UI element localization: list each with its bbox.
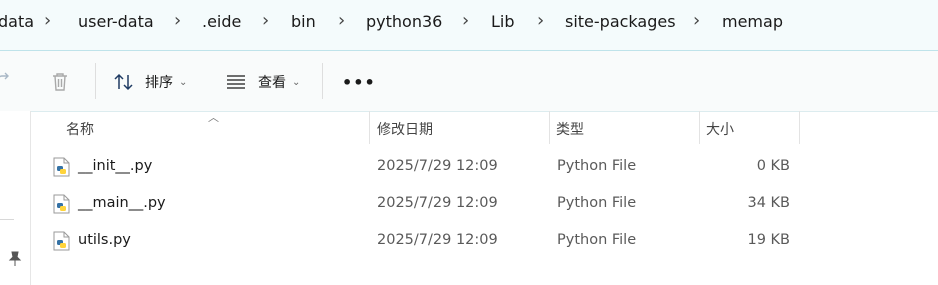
column-separator[interactable]: [799, 111, 800, 144]
file-size: 0 KB: [756, 158, 790, 174]
chevron-right-icon[interactable]: ›: [462, 10, 469, 31]
chevron-right-icon[interactable]: ›: [338, 10, 345, 31]
column-separator[interactable]: [699, 111, 700, 144]
file-date: 2025/7/29 12:09: [377, 232, 498, 248]
sort-label: 排序: [145, 75, 173, 91]
breadcrumb-item[interactable]: python36: [366, 12, 442, 31]
column-header-type[interactable]: 类型: [556, 119, 584, 139]
file-name: utils.py: [78, 232, 131, 248]
view-label: 查看: [258, 75, 286, 91]
toolbar-divider: [95, 63, 96, 99]
file-row[interactable]: __main__.py 2025/7/29 12:09 Python File …: [30, 186, 938, 223]
nav-divider: [0, 219, 14, 220]
python-file-icon: [52, 194, 72, 218]
breadcrumb-current[interactable]: memap: [722, 12, 783, 31]
more-options-button[interactable]: •••: [342, 69, 376, 95]
chevron-down-icon: ⌄: [292, 76, 301, 88]
file-row[interactable]: __init__.py 2025/7/29 12:09 Python File …: [30, 149, 938, 186]
column-separator[interactable]: [549, 111, 550, 144]
more-icon: •••: [342, 72, 376, 92]
python-file-icon: [52, 157, 72, 181]
sort-arrows-icon: [113, 73, 135, 91]
view-lines-icon: [226, 74, 246, 90]
file-type: Python File: [557, 232, 637, 248]
column-separator[interactable]: [369, 111, 370, 144]
column-header-name[interactable]: 名称: [66, 119, 94, 139]
breadcrumb-item[interactable]: user-data: [78, 12, 154, 31]
chevron-right-icon[interactable]: ›: [174, 10, 181, 31]
file-type: Python File: [557, 195, 637, 211]
file-row[interactable]: utils.py 2025/7/29 12:09 Python File 19 …: [30, 223, 938, 260]
file-size: 19 KB: [747, 232, 790, 248]
column-header-date[interactable]: 修改日期: [377, 119, 433, 139]
file-name: __init__.py: [78, 158, 153, 174]
chevron-right-icon[interactable]: ›: [44, 10, 51, 31]
trash-icon[interactable]: [50, 71, 70, 97]
file-date: 2025/7/29 12:09: [377, 195, 498, 211]
column-header-row: ︿ 名称 修改日期 类型 大小: [30, 111, 938, 144]
share-icon[interactable]: [0, 71, 14, 95]
file-name: __main__.py: [78, 195, 166, 211]
file-size: 34 KB: [747, 195, 790, 211]
toolbar-divider: [322, 63, 323, 99]
column-header-size[interactable]: 大小: [706, 119, 734, 139]
address-bar[interactable]: data › user-data › .eide › bin › python3…: [0, 0, 938, 51]
file-date: 2025/7/29 12:09: [377, 158, 498, 174]
pin-icon[interactable]: [8, 251, 22, 271]
chevron-right-icon[interactable]: ›: [262, 10, 269, 31]
breadcrumb-item[interactable]: data: [0, 12, 34, 31]
breadcrumb-item[interactable]: Lib: [491, 12, 515, 31]
sort-indicator-icon: ︿: [208, 111, 219, 124]
python-file-icon: [52, 231, 72, 255]
file-type: Python File: [557, 158, 637, 174]
navigation-pane: [0, 111, 31, 285]
view-button[interactable]: 查看 ⌄: [226, 69, 300, 95]
sort-button[interactable]: 排序 ⌄: [113, 69, 187, 95]
chevron-right-icon[interactable]: ›: [537, 10, 544, 31]
chevron-down-icon: ⌄: [179, 76, 188, 88]
breadcrumb-item[interactable]: .eide: [202, 12, 241, 31]
chevron-right-icon[interactable]: ›: [693, 10, 700, 31]
breadcrumb-item[interactable]: site-packages: [565, 12, 676, 31]
breadcrumb-item[interactable]: bin: [291, 12, 316, 31]
command-bar: 排序 ⌄ 查看 ⌄ •••: [0, 51, 938, 112]
